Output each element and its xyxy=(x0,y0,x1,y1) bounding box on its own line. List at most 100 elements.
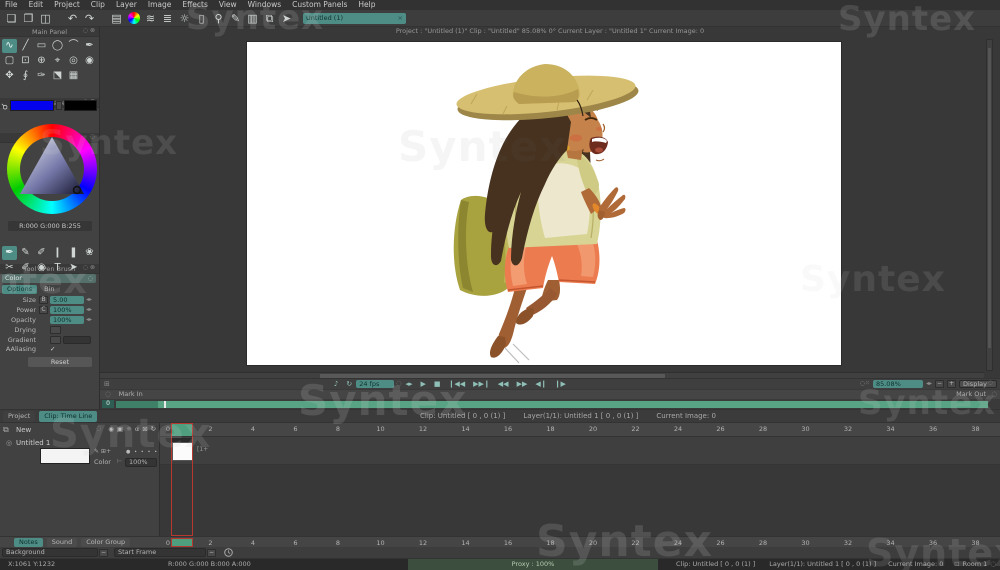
layer-name[interactable]: Untitled 1 xyxy=(16,440,50,447)
bulb-icon[interactable]: ☼ xyxy=(126,426,132,433)
frame-label[interactable]: 32 xyxy=(841,540,855,547)
marker-icon[interactable]: ✐ xyxy=(34,246,49,260)
display-dropdown[interactable]: Display◌ xyxy=(959,380,997,388)
brushes-icon[interactable]: ✎ xyxy=(227,11,244,26)
frame-label[interactable]: 26 xyxy=(714,426,728,433)
layer-color-stepper[interactable]: ⊢ xyxy=(117,459,122,465)
wheel-triangle[interactable] xyxy=(7,124,97,214)
current-frame-marker[interactable] xyxy=(171,423,193,536)
frame-label[interactable]: 30 xyxy=(799,540,813,547)
eyedropper-icon[interactable]: ⚲ xyxy=(0,101,9,111)
tab-options[interactable]: Options xyxy=(2,285,37,294)
timeline-position-slider[interactable] xyxy=(116,401,988,408)
frame-label[interactable]: 14 xyxy=(459,540,473,547)
tab-clip-timeline[interactable]: Clip: Time Line xyxy=(39,411,97,422)
frame-label[interactable]: 18 xyxy=(544,426,558,433)
loop-play-icon[interactable]: ↻ xyxy=(346,381,352,388)
tab-notes[interactable]: Notes xyxy=(14,538,43,547)
background-stepper[interactable]: − xyxy=(99,549,108,557)
lock-icon[interactable]: ▣ xyxy=(117,426,123,433)
frame-label[interactable]: 22 xyxy=(629,426,643,433)
color-mode-dropdown[interactable]: Color ◌ xyxy=(2,274,96,283)
color-wheel-icon[interactable] xyxy=(125,11,142,26)
arrow-tool-icon[interactable]: ➤ xyxy=(66,261,81,275)
mark-in-icon[interactable]: ◌ xyxy=(105,391,111,398)
bottom-frame-0-cell[interactable] xyxy=(171,538,193,547)
undo-icon[interactable]: ↶ xyxy=(64,11,81,26)
lamp-icon[interactable]: ☼ xyxy=(176,11,193,26)
opacity-slider-icon[interactable]: ◂▸ xyxy=(86,317,92,323)
start-frame-dropdown[interactable]: Start Frame xyxy=(114,548,206,557)
next-frame-icon[interactable]: ❙▶ xyxy=(555,381,566,388)
frame-label[interactable]: 14 xyxy=(459,426,473,433)
grid-icon[interactable]: ⊞ xyxy=(104,381,110,388)
mark-in-label[interactable]: Mark In xyxy=(119,391,143,398)
flat-brush-icon[interactable]: ❙ xyxy=(50,246,65,260)
project-selector[interactable]: Untitled (1) × xyxy=(303,13,406,24)
alpha-icon[interactable]: α xyxy=(135,426,139,433)
frame-label[interactable]: 38 xyxy=(969,426,983,433)
layer-option-dots[interactable]: ● ∙ ∙ ∙ ∙ xyxy=(126,450,158,455)
text-tool-icon[interactable]: T xyxy=(50,261,65,275)
size-input[interactable]: 5.00 xyxy=(50,296,84,304)
size-letter-toggle[interactable]: B xyxy=(39,296,48,304)
zoom-level-field[interactable]: 85.08% xyxy=(873,380,923,388)
tab-sound[interactable]: Sound xyxy=(47,538,77,547)
frame-label[interactable]: 4 xyxy=(246,540,260,547)
select-rect-icon[interactable]: ▢ xyxy=(2,54,17,68)
round-brush-icon[interactable]: ❚ xyxy=(66,246,81,260)
flip-page-icon[interactable]: ⬔ xyxy=(50,69,65,83)
frame-ruler-top[interactable]: 02468101214161820222426283032343638 xyxy=(160,423,1000,437)
transform-icon[interactable]: ✥ xyxy=(2,69,17,83)
position-tool-icon[interactable]: ⌖ xyxy=(50,54,65,68)
select-lasso-icon[interactable]: ⊡ xyxy=(18,54,33,68)
panel-collapse-icon[interactable]: ◌⊗ xyxy=(83,28,97,34)
menu-windows[interactable]: Windows xyxy=(248,1,281,9)
prev-key-icon[interactable]: ◀◀ xyxy=(498,381,509,388)
background-dropdown[interactable]: Background xyxy=(2,548,98,557)
frame-label[interactable]: 20 xyxy=(586,426,600,433)
zoom-slider-icon[interactable]: ◂▸ xyxy=(926,381,932,387)
frame-label[interactable]: 30 xyxy=(799,426,813,433)
power-letter-toggle[interactable]: C xyxy=(39,306,48,314)
frame-label[interactable]: 16 xyxy=(501,426,515,433)
frame-label[interactable]: 8 xyxy=(331,540,345,547)
blender-icon[interactable]: ◉ xyxy=(34,261,49,275)
line-icon[interactable]: ╱ xyxy=(18,39,33,53)
primary-color-swatch[interactable] xyxy=(10,100,54,111)
frame-label[interactable]: 6 xyxy=(289,426,303,433)
frame-label[interactable]: 36 xyxy=(926,540,940,547)
prev-frame-icon[interactable]: ◀❙ xyxy=(535,381,546,388)
light-table-icon[interactable]: ≋ xyxy=(142,11,159,26)
frame-label[interactable]: 18 xyxy=(544,540,558,547)
filmstrip-icon[interactable]: ▯ xyxy=(193,11,210,26)
fps-field[interactable]: 24 fps xyxy=(356,380,394,388)
zoom-out-button[interactable]: − xyxy=(935,380,944,388)
frame-label[interactable]: 12 xyxy=(416,540,430,547)
next-key-icon[interactable]: ▶▶ xyxy=(517,381,528,388)
curve-icon[interactable]: ⌒ xyxy=(66,39,81,53)
frame-label[interactable]: 24 xyxy=(671,540,685,547)
aaliasing-check-icon[interactable]: ✓ xyxy=(50,346,55,353)
mark-out-icon[interactable]: ◌ xyxy=(991,391,997,398)
menu-view[interactable]: View xyxy=(219,1,237,9)
tab-color-group[interactable]: Color Group xyxy=(81,538,130,547)
mark-out-label[interactable]: Mark Out xyxy=(956,391,986,398)
frame-label[interactable]: 36 xyxy=(926,426,940,433)
frame-label[interactable]: 24 xyxy=(671,426,685,433)
settings-icon[interactable]: ◌ xyxy=(96,426,101,432)
camera-icon[interactable]: ◉ xyxy=(82,54,97,68)
fit-icon[interactable]: ◌⁙ xyxy=(860,381,870,387)
frame-label[interactable]: 28 xyxy=(756,426,770,433)
frame-label[interactable]: 2 xyxy=(204,426,218,433)
drying-checkbox[interactable] xyxy=(50,326,61,334)
layer-thumbnail[interactable] xyxy=(40,448,90,464)
frame-label[interactable]: 10 xyxy=(374,426,388,433)
pattern-icon[interactable]: ▦ xyxy=(66,69,81,83)
zoom-in-button[interactable]: + xyxy=(947,380,956,388)
airbrush-icon[interactable]: ❀ xyxy=(82,246,97,260)
chromatic-wheel[interactable] xyxy=(7,124,97,214)
redo-icon[interactable]: ↷ xyxy=(81,11,98,26)
start-frame-stepper[interactable]: − xyxy=(207,549,216,557)
magnifier-icon[interactable]: ⚲ xyxy=(210,11,227,26)
